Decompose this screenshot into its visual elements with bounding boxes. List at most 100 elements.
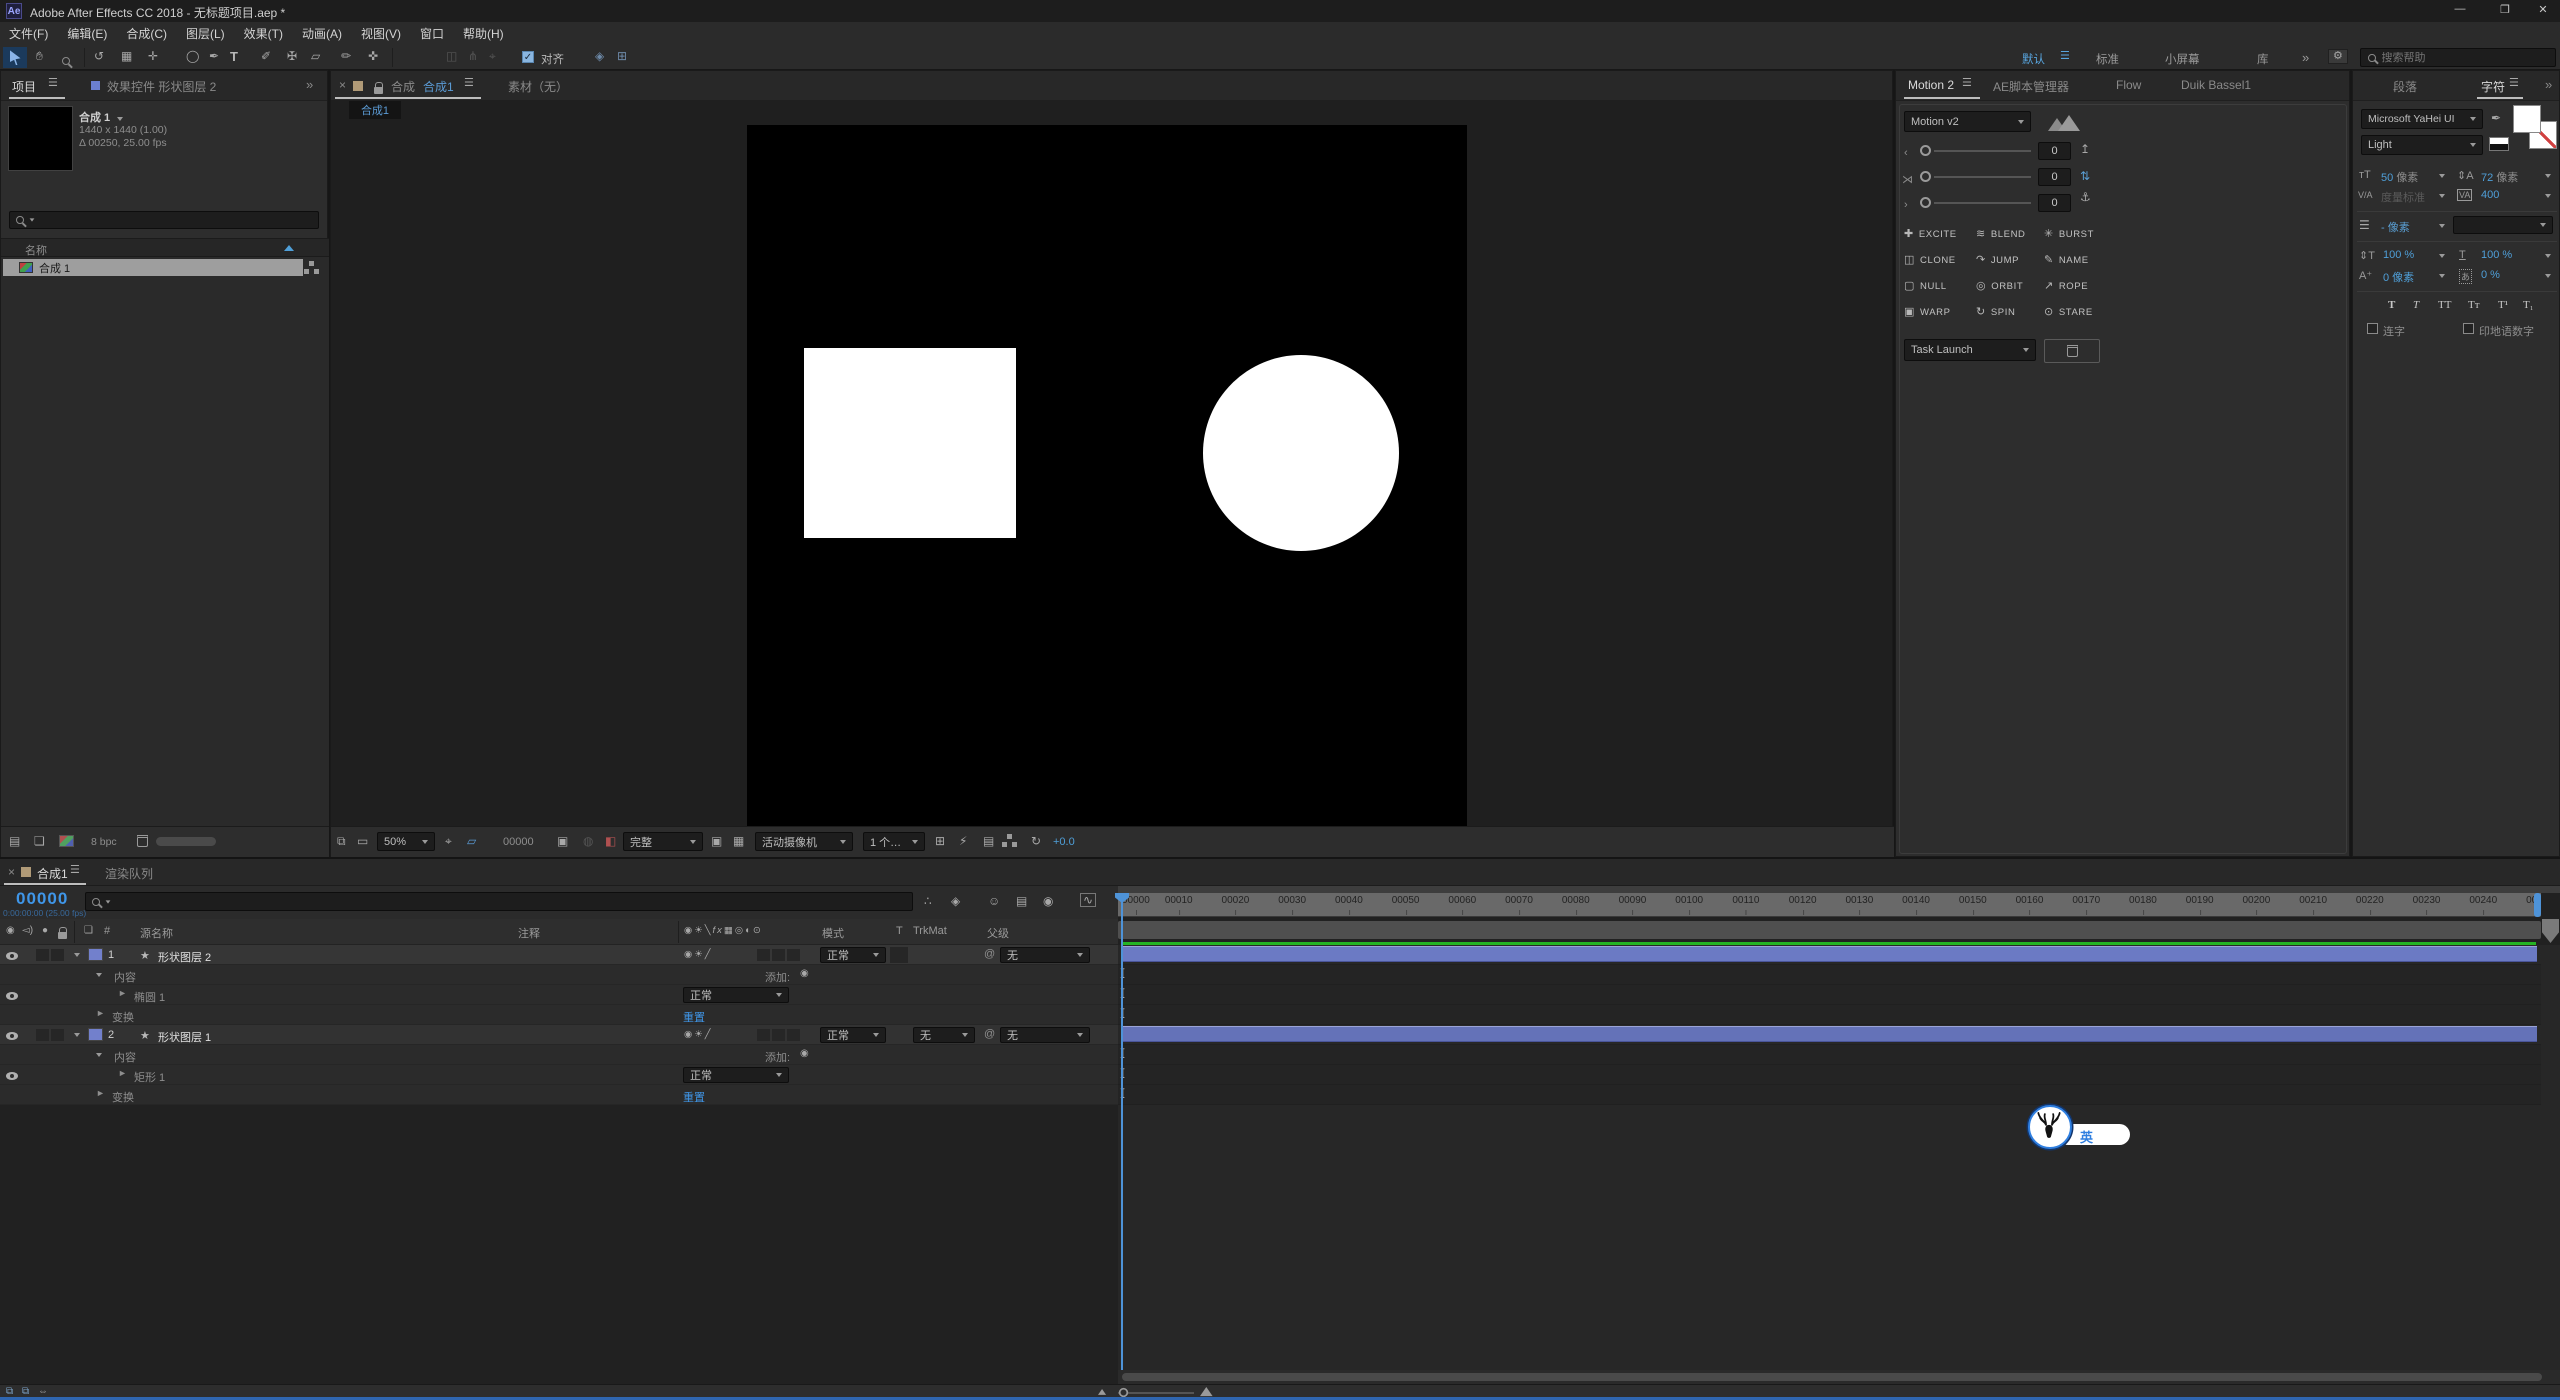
tab-motion2[interactable]: Motion 2 [1908,78,1954,92]
transform-expand-arrow[interactable]: ► [96,1088,105,1098]
layer2-eye-icon[interactable] [6,1032,18,1040]
layer1-duration-bar[interactable] [1122,946,2537,962]
font-family-select[interactable]: Microsoft YaHei UI [2361,109,2483,129]
sort-ascending-icon[interactable] [284,245,294,251]
puppet-pin-tool-icon[interactable]: ✜ [368,50,378,62]
kerning-value[interactable]: 度量标准 [2381,189,2425,205]
zoom-in-mountain-icon[interactable] [1200,1387,1213,1397]
axis-mode-world-icon[interactable]: ⋔ [468,50,478,62]
roi-icon[interactable]: ⌖ [445,835,452,847]
orbit-button[interactable]: ◎ ORBIT [1976,281,2023,293]
layer2-duration-bar[interactable] [1122,1026,2537,1042]
name-column-header[interactable]: 名称 [25,242,47,258]
subscript-button[interactable]: T₁ [2523,299,2534,311]
primary-viewer-icon[interactable]: ▭ [357,835,368,847]
workspace-settings-icon[interactable]: ⚙ [2328,49,2348,64]
tab-project[interactable]: 项目 [12,78,36,95]
comment-column[interactable]: 注释 [518,925,540,941]
white-circle-shape[interactable] [1203,355,1399,551]
menu-file[interactable]: 文件(F) [9,25,48,42]
menu-view[interactable]: 视图(V) [361,25,401,42]
rect-blend-select[interactable]: 正常 [683,1067,789,1083]
mini-flowchart-icon[interactable]: ∴ [924,895,932,907]
expand-layer-switches-icon[interactable]: ⧉︎ [6,1386,13,1397]
roto-brush-tool-icon[interactable]: ✏ [341,50,351,62]
ellipse-blend-select[interactable]: 正常 [683,987,789,1003]
rocket-icon[interactable]: ↥ [2080,143,2090,155]
burst-button[interactable]: ✳︎ BURST [2044,229,2094,241]
axis-mode-local-icon[interactable]: ◫ [446,50,457,62]
help-search-input[interactable] [2381,51,2548,64]
layer1-reset-link[interactable]: 重置 [683,1009,705,1025]
expand-transfer-controls-icon[interactable]: ⧉︎ [22,1386,29,1397]
show-snapshot-icon[interactable]: ◍ [583,835,593,847]
layer2-reset-link[interactable]: 重置 [683,1089,705,1105]
blend-button[interactable]: ≋ BLEND [1976,229,2026,241]
tab-flow[interactable]: Flow [2116,78,2141,92]
timeline-tab-menu-icon[interactable]: ☰ [70,865,80,876]
zoom-out-mountain-icon[interactable] [1098,1389,1107,1395]
slider2-track[interactable] [1934,176,2031,178]
project-tab-overflow[interactable]: » [306,77,313,92]
rotate-tool-icon[interactable]: ↺ [94,50,104,62]
spin-button[interactable]: ↻ SPIN [1976,307,2015,319]
t-column[interactable]: T [896,925,903,937]
project-item-comp[interactable]: 合成 1 [3,259,303,276]
tab-render-queue[interactable]: 渲染队列 [105,865,153,882]
timeline-tab-comp[interactable]: 合成1 [37,865,68,882]
layer1-duration-bar-row[interactable] [1118,945,2541,965]
menu-layer[interactable]: 图层(L) [186,25,225,42]
rope-button[interactable]: ↗ ROPE [2044,281,2088,293]
tsume-value[interactable]: 0 % [2481,269,2500,281]
font-size-dropdown-icon[interactable] [2439,174,2445,178]
tracking-value[interactable]: 400 [2481,189,2499,201]
layer1-contents-label[interactable]: 内容 [114,969,136,985]
anchor-icon[interactable]: ⚓︎ [2080,191,2091,203]
warp-button[interactable]: ▣ WARP [1904,307,1951,319]
layer2-parent-select[interactable]: 无 [1000,1027,1090,1043]
project-search-box[interactable] [9,211,319,229]
project-search-input[interactable] [39,214,312,226]
vertical-scale-value[interactable]: 100 % [2383,249,2414,261]
frame-blend-icon[interactable]: ▤ [1016,895,1027,907]
clone-stamp-tool-icon[interactable]: ✠ [287,50,297,62]
timeline-h-scrollbar[interactable] [1118,1370,2560,1384]
layer2-contents-row[interactable]: 内容 添加: ◉ [0,1045,1118,1065]
layer2-trkmat-select[interactable]: 无 [913,1027,975,1043]
mask-expansion-icon[interactable]: ⊞ [617,50,627,62]
composition-canvas[interactable] [747,125,1467,826]
timeline-button-icon[interactable]: ▤ [983,835,994,847]
contents-expand-arrow[interactable] [96,973,102,977]
clone-button[interactable]: ◫ CLONE [1904,255,1956,267]
mask-visibility-icon[interactable]: ▱ [467,835,476,847]
workspace-small-screen[interactable]: 小屏幕 [2165,51,2200,67]
tracking-dropdown-icon[interactable] [2545,194,2551,198]
flowchart-icon[interactable] [309,261,314,266]
axis-mode-view-icon[interactable]: ⌖ [489,50,496,62]
pen-tool-icon[interactable]: ✒ [209,50,219,62]
snapshot-icon[interactable]: ▣ [557,835,568,847]
motion-trash-button[interactable] [2044,339,2100,363]
excite-button[interactable]: ✚ EXCITE [1904,229,1957,241]
rect-expand-arrow[interactable]: ► [118,1068,127,1078]
ellipse-eye-icon[interactable] [6,992,18,1000]
layer1-mode-select[interactable]: 正常 [820,947,886,963]
slider2-mode-icon[interactable]: ⋊ [1902,173,1913,186]
minimize-button[interactable]: — [2440,3,2480,15]
menu-window[interactable]: 窗口 [420,25,444,42]
breadcrumb-label[interactable]: 合成1 [361,102,389,118]
exposure-value[interactable]: +0.0 [1053,836,1075,848]
tab-footage[interactable]: 素材（无） [508,78,568,95]
layer1-transform-row[interactable]: ► 变换 重置 [0,1005,1118,1025]
snap-checkbox[interactable]: ✓ [522,51,534,63]
vertical-scale-dropdown-icon[interactable] [2439,254,2445,258]
slider2-value-box[interactable]: 0 [2038,168,2071,186]
layer2-expand-arrow[interactable] [74,1033,80,1037]
motion-blur-icon[interactable]: ◉ [1043,895,1053,907]
layer2-contents-label[interactable]: 内容 [114,1049,136,1065]
current-frame[interactable]: 00000 [16,889,68,909]
workspace-library[interactable]: 库 [2257,51,2269,67]
small-caps-button[interactable]: Tт [2468,299,2480,311]
layer2-transform-label[interactable]: 变换 [112,1089,134,1105]
lock-icon[interactable] [374,82,383,94]
